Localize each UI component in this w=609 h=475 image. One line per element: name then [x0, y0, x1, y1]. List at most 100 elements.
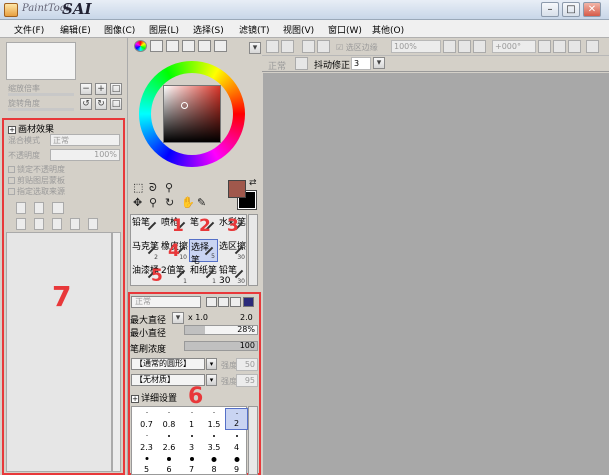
angle-field[interactable]: +000° — [492, 40, 536, 53]
zoom-slider[interactable] — [8, 93, 74, 96]
menu-select[interactable]: 选择(S) — [193, 23, 224, 36]
brush-pencil[interactable]: 铅笔 — [131, 215, 160, 238]
menu-other[interactable]: 其他(O) — [372, 23, 404, 36]
swap-colors-icon[interactable]: ⇄ — [249, 178, 257, 188]
brush-size-cell[interactable]: 3 — [180, 431, 203, 453]
rotate-reset-icon[interactable] — [568, 40, 581, 53]
menu-view[interactable]: 视图(V) — [283, 23, 314, 36]
zoom-field[interactable]: 100% — [391, 40, 441, 53]
foreground-color-swatch[interactable] — [228, 180, 246, 198]
maximize-button[interactable]: □ — [562, 2, 580, 17]
menu-file[interactable]: 文件(F) — [14, 23, 44, 36]
edge-medium-icon[interactable] — [218, 297, 229, 307]
brush-size-cell[interactable]: 3.5 — [203, 431, 226, 453]
brush-shape-dropdown-icon[interactable]: ▾ — [206, 358, 217, 370]
brush-size-cell[interactable]: 1.5 — [203, 408, 226, 430]
menu-layer[interactable]: 图层(L) — [149, 23, 179, 36]
mode-button[interactable] — [295, 57, 308, 70]
redo-button[interactable] — [281, 40, 294, 53]
rotate-cw-icon[interactable] — [553, 40, 566, 53]
brush-washi-pen[interactable]: 和纸笔 1 — [189, 263, 218, 286]
shape-strength-value[interactable]: 50 — [236, 358, 258, 371]
scratchpad-tab-icon[interactable] — [214, 40, 227, 52]
color-picker-cursor[interactable] — [181, 102, 188, 109]
stabilizer-dropdown[interactable]: ▾ — [373, 57, 385, 69]
zoom-fit-icon[interactable] — [473, 40, 486, 53]
delete-layer-icon[interactable] — [70, 218, 80, 230]
brush-size-cell[interactable]: 4 — [225, 431, 248, 453]
rgb-sliders-tab-icon[interactable] — [150, 40, 163, 52]
brush-size-cell[interactable]: 0.7 — [135, 408, 158, 430]
brush-shape-select[interactable]: 【通常的圆形】 — [131, 358, 205, 370]
new-folder-icon[interactable] — [52, 202, 64, 214]
transfer-down-icon[interactable] — [16, 218, 26, 230]
color-wheel-tab-icon[interactable] — [134, 40, 147, 52]
saturation-value-square[interactable] — [163, 85, 221, 143]
move-icon[interactable]: ✥ — [133, 196, 142, 209]
blend-mode-select[interactable]: 正常 — [50, 134, 120, 146]
menu-filter[interactable]: 滤镜(T) — [239, 23, 270, 36]
rotate-ccw-icon[interactable] — [538, 40, 551, 53]
rotate-icon[interactable]: ↻ — [165, 196, 174, 209]
brush-size-cell[interactable]: 5 — [135, 453, 158, 475]
swatches-tab-icon[interactable] — [198, 40, 211, 52]
apply-mask-icon[interactable] — [88, 218, 98, 230]
brush-size-cell[interactable]: 7 — [180, 453, 203, 475]
selection-source-checkbox[interactable]: 指定选取来源 — [8, 186, 65, 197]
undo-button[interactable] — [266, 40, 279, 53]
mixer-tab-icon[interactable] — [182, 40, 195, 52]
close-button[interactable]: ✕ — [583, 2, 601, 17]
zoom-icon[interactable]: ⚲ — [149, 196, 157, 209]
brush-size-cell[interactable]: 0.8 — [158, 408, 181, 430]
clear-layer-icon[interactable] — [52, 218, 62, 230]
rotate-right-button[interactable]: ↻ — [95, 98, 107, 110]
edge-hard-icon[interactable] — [206, 297, 217, 307]
invert-selection-button[interactable] — [317, 40, 330, 53]
menu-window[interactable]: 窗口(W) — [328, 23, 362, 36]
zoom-in-icon[interactable] — [458, 40, 471, 53]
flip-icon[interactable] — [586, 40, 599, 53]
edge-soft-icon[interactable] — [230, 297, 241, 307]
zoom-out-button[interactable]: − — [80, 83, 92, 95]
brush-size-cell[interactable]: 2.3 — [135, 431, 158, 453]
size-multiplier-button[interactable]: ▾ — [172, 312, 184, 324]
layer-list[interactable] — [6, 232, 112, 472]
min-size-slider[interactable]: 28% — [184, 325, 258, 335]
menu-edit[interactable]: 编辑(E) — [60, 23, 91, 36]
brush-grid-scrollbar[interactable] — [248, 214, 258, 286]
new-linework-layer-icon[interactable] — [34, 202, 44, 214]
new-layer-icon[interactable] — [16, 202, 26, 214]
rotate-left-button[interactable]: ↺ — [80, 98, 92, 110]
lasso-icon[interactable]: ᘐ — [149, 181, 157, 195]
brush-marker[interactable]: 马克笔 2 — [131, 239, 160, 262]
navigator-preview[interactable] — [6, 42, 76, 80]
lock-opacity-checkbox[interactable]: 锁定不透明度 — [8, 164, 65, 175]
brush-binary-pen[interactable]: 2值笔 1 — [160, 263, 189, 286]
max-size-value[interactable]: 2.0 — [240, 313, 253, 322]
brush-pencil-30[interactable]: 铅笔30 30 — [218, 263, 247, 286]
zoom-out-icon[interactable] — [443, 40, 456, 53]
deselect-button[interactable] — [302, 40, 315, 53]
brush-select-pen[interactable]: 选择笔 5 — [189, 239, 218, 266]
edge-softest-icon[interactable] — [243, 297, 254, 307]
merge-down-icon[interactable] — [34, 218, 44, 230]
texture-strength-value[interactable]: 95 — [236, 374, 258, 387]
brush-mode-select[interactable]: 正常 — [131, 296, 201, 308]
detail-settings-toggle[interactable]: + 详细设置 — [131, 391, 177, 404]
texture-dropdown-icon[interactable]: ▾ — [206, 374, 217, 386]
density-slider[interactable]: 100 — [184, 341, 258, 351]
hsv-sliders-tab-icon[interactable] — [166, 40, 179, 52]
clipping-checkbox[interactable]: 剪贴图层蒙板 — [8, 175, 65, 186]
panel-menu-button[interactable]: ▾ — [249, 42, 261, 54]
magic-wand-icon[interactable]: ⚲ — [165, 181, 173, 194]
brush-size-cell[interactable]: 1 — [180, 408, 203, 430]
show-selection-checkbox[interactable]: ☑ 选区边缘 — [336, 42, 378, 53]
layer-list-scrollbar[interactable] — [112, 232, 121, 472]
stabilizer-value[interactable]: 3 — [351, 57, 371, 70]
hand-icon[interactable]: ✋ — [181, 196, 195, 209]
zoom-in-button[interactable]: + — [95, 83, 107, 95]
menu-image[interactable]: 图像(C) — [104, 23, 135, 36]
brush-size-cell[interactable]: 6 — [158, 453, 181, 475]
rect-select-icon[interactable]: ⬚ — [133, 181, 143, 194]
angle-slider[interactable] — [8, 108, 74, 111]
